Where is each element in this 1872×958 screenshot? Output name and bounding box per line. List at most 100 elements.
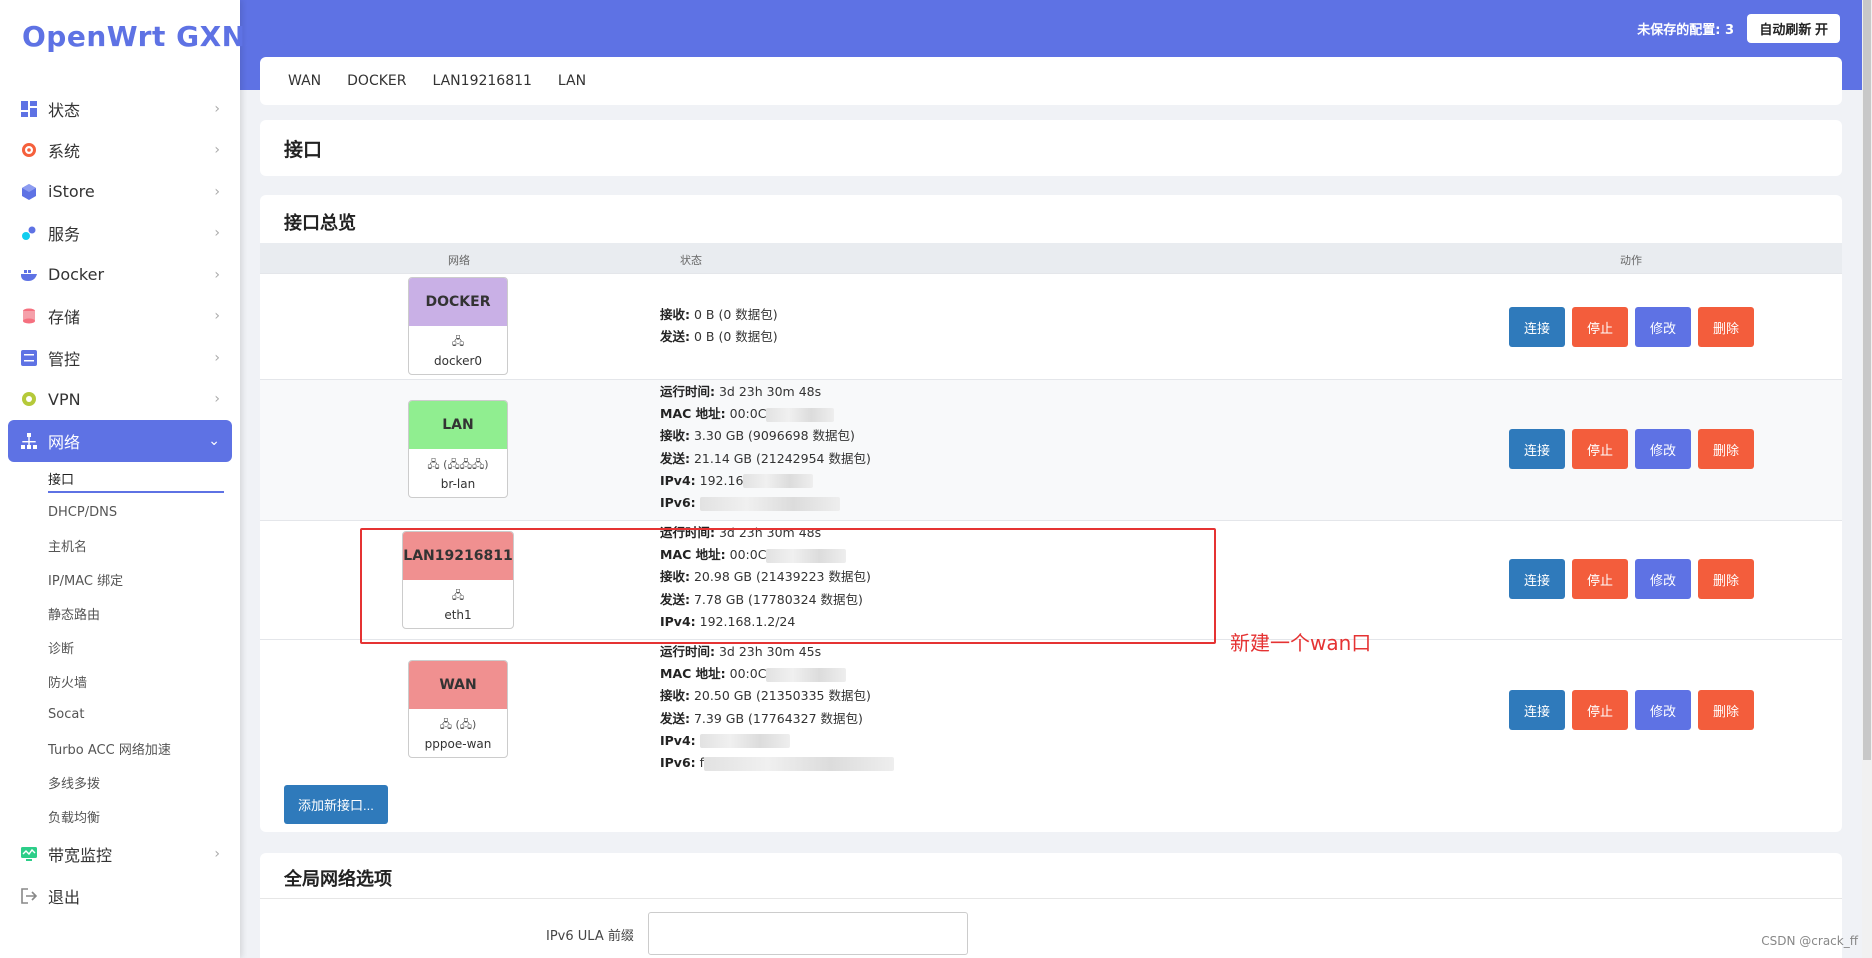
sidebar-item-label: 带宽监控: [48, 846, 113, 866]
sidebar-item-logout[interactable]: 退出: [8, 875, 232, 917]
ipv6-ula-input[interactable]: [648, 912, 968, 955]
status-value: 3d 23h 30m 45s: [718, 644, 822, 659]
delete-button[interactable]: 删除: [1698, 307, 1754, 347]
interface-status: 运行时间: 3d 23h 30m 48s MAC 地址: 00:0C 接收: 2…: [660, 522, 871, 633]
dashboard-icon: [20, 100, 38, 118]
header-actions: 动作: [1620, 254, 1642, 267]
sidebar-item-label: Docker: [48, 265, 105, 285]
chevron-right-icon: ›: [214, 100, 220, 117]
submenu-item-ip-mac-binding[interactable]: IP/MAC 绑定: [48, 563, 224, 597]
status-value: 3d 23h 30m 48s: [718, 525, 822, 540]
status-key: MAC 地址:: [660, 406, 726, 422]
status-value: 20.98 GB (21439223 数据包): [693, 569, 871, 585]
device-name: docker0: [433, 353, 483, 368]
row-actions: 连接 停止 修改 删除: [1509, 429, 1754, 469]
sidebar-item-docker[interactable]: Docker ›: [8, 254, 232, 296]
gear-icon: [20, 141, 38, 159]
status-key: IPv4:: [660, 472, 696, 488]
row-actions: 连接 停止 修改 删除: [1509, 690, 1754, 730]
edit-button[interactable]: 修改: [1635, 690, 1691, 730]
stop-button[interactable]: 停止: [1572, 307, 1628, 347]
table-row: WAN 🖧 (🖧) pppoe-wan 运行时间: 3d 23h 30m 45s…: [260, 639, 1842, 832]
table-row: DOCKER 🖧 docker0 接收: 0 B (0 数据包) 发送: 0 B…: [260, 273, 1842, 379]
scrollbar[interactable]: [1862, 0, 1872, 958]
delete-button[interactable]: 删除: [1698, 690, 1754, 730]
stop-button[interactable]: 停止: [1572, 690, 1628, 730]
sidebar-nav: 状态 › 系统 › iStore › 服务 › Docker › 存储 › 管控…: [8, 88, 232, 916]
app-logo[interactable]: OpenWrt GXNAS: [22, 20, 288, 53]
connect-button[interactable]: 连接: [1509, 559, 1565, 599]
delete-button[interactable]: 删除: [1698, 559, 1754, 599]
connect-button[interactable]: 连接: [1509, 690, 1565, 730]
sidebar-item-control[interactable]: 管控 ›: [8, 337, 232, 379]
submenu-item-hostnames[interactable]: 主机名: [48, 529, 224, 563]
submenu-item-socat[interactable]: Socat: [48, 698, 224, 732]
interface-name: WAN: [409, 661, 507, 709]
sidebar-item-label: 状态: [48, 100, 81, 120]
sidebar-item-network[interactable]: 网络 ⌄: [8, 420, 232, 462]
submenu-item-multi-dial[interactable]: 多线多拨: [48, 766, 224, 800]
delete-button[interactable]: 删除: [1698, 429, 1754, 469]
sidebar-item-storage[interactable]: 存储 ›: [8, 296, 232, 338]
sidebar-item-label: VPN: [48, 389, 81, 409]
stop-button[interactable]: 停止: [1572, 429, 1628, 469]
cube-icon: [20, 183, 38, 201]
sidebar-item-vpn[interactable]: VPN ›: [8, 379, 232, 421]
connect-button[interactable]: 连接: [1509, 307, 1565, 347]
submenu-item-dhcp-dns[interactable]: DHCP/DNS: [48, 495, 224, 529]
tab-docker[interactable]: DOCKER: [347, 73, 406, 89]
scrollbar-thumb[interactable]: [1863, 0, 1871, 760]
table-row: LAN19216811 🖧 eth1 运行时间: 3d 23h 30m 48s …: [260, 520, 1842, 639]
interface-device: 🖧 (🖧🖧🖧) br-lan: [409, 449, 507, 497]
sidebar-item-bandwidth[interactable]: 带宽监控 ›: [8, 833, 232, 875]
interface-badge-lan[interactable]: LAN 🖧 (🖧🖧🖧) br-lan: [408, 400, 508, 498]
redacted-value: [704, 756, 895, 771]
network-submenu: 接口 DHCP/DNS 主机名 IP/MAC 绑定 静态路由 诊断 防火墙 So…: [8, 462, 232, 834]
stop-button[interactable]: 停止: [1572, 559, 1628, 599]
status-key: 发送:: [660, 710, 690, 726]
sidebar-item-label: 网络: [48, 432, 81, 452]
submenu-item-load-balance[interactable]: 负载均衡: [48, 799, 224, 833]
edit-button[interactable]: 修改: [1635, 559, 1691, 599]
submenu-item-static-routes[interactable]: 静态路由: [48, 597, 224, 631]
submenu-item-interfaces[interactable]: 接口: [48, 462, 224, 496]
watermark: CSDN @crack_ff: [1761, 934, 1858, 948]
status-value: 192.16: [699, 472, 744, 488]
add-interface-button[interactable]: 添加新接口...: [284, 785, 388, 824]
sidebar-item-istore[interactable]: iStore ›: [8, 171, 232, 213]
status-key: 接收:: [660, 688, 690, 704]
submenu-item-firewall[interactable]: 防火墙: [48, 664, 224, 698]
sidebar-item-label: iStore: [48, 182, 95, 202]
interface-name: DOCKER: [409, 278, 507, 326]
tab-lan[interactable]: LAN: [558, 73, 586, 89]
auto-refresh-button[interactable]: 自动刷新 开: [1747, 14, 1840, 43]
status-key: 接收:: [660, 307, 690, 322]
ethernet-port-icon: 🖧: [451, 334, 465, 348]
annotation-text: 新建一个wan口: [1230, 631, 1372, 655]
redacted-value: [699, 734, 790, 749]
interface-badge-wan[interactable]: WAN 🖧 (🖧) pppoe-wan: [408, 660, 508, 758]
status-value: 21.14 GB (21242954 数据包): [693, 450, 871, 466]
submenu-item-diagnostics[interactable]: 诊断: [48, 630, 224, 664]
tab-wan[interactable]: WAN: [288, 73, 321, 89]
edit-button[interactable]: 修改: [1635, 429, 1691, 469]
interface-badge-docker[interactable]: DOCKER 🖧 docker0: [408, 277, 508, 375]
chevron-right-icon: ›: [214, 846, 220, 863]
unsaved-changes-link[interactable]: 未保存的配置: 3: [1637, 19, 1734, 38]
sidebar-item-system[interactable]: 系统 ›: [8, 130, 232, 172]
chevron-down-icon: ⌄: [208, 432, 220, 449]
tab-lan19216811[interactable]: LAN19216811: [432, 73, 531, 89]
vpn-icon: [20, 390, 38, 408]
chevron-right-icon: ›: [214, 308, 220, 325]
sidebar-item-status[interactable]: 状态 ›: [8, 88, 232, 130]
sidebar-item-label: 管控: [48, 349, 81, 369]
connect-button[interactable]: 连接: [1509, 429, 1565, 469]
submenu-item-turbo-acc[interactable]: Turbo ACC 网络加速: [48, 732, 224, 766]
interface-tabs: WAN DOCKER LAN19216811 LAN: [260, 57, 1842, 105]
edit-button[interactable]: 修改: [1635, 307, 1691, 347]
overview-title: 接口总览: [284, 213, 356, 234]
chevron-right-icon: ›: [214, 142, 220, 159]
sidebar-item-label: 服务: [48, 225, 81, 245]
sidebar-item-services[interactable]: 服务 ›: [8, 213, 232, 255]
interface-badge-lan19216811[interactable]: LAN19216811 🖧 eth1: [402, 531, 514, 629]
